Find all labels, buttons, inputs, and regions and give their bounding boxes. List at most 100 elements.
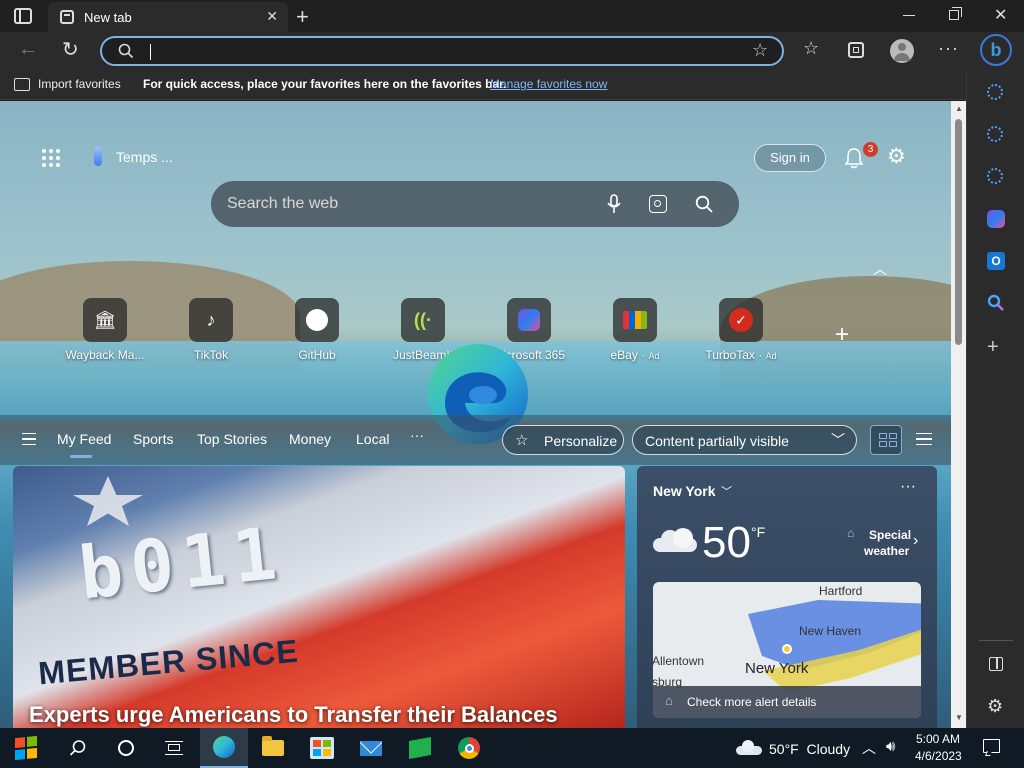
top-site-github[interactable]: GitHub [269,298,365,362]
bing-chat-icon[interactable]: b [980,34,1012,66]
sidebar-loading-icon-3[interactable] [987,168,1003,184]
content-visibility-value: Content partially visible [645,433,789,449]
windows-taskbar: 50°F Cloudy ︿ 🔊︎ 5:00 AM 4/6/2023 [0,728,1024,768]
microsoft365-icon[interactable] [987,210,1005,228]
tab-sports[interactable]: Sports [133,431,173,447]
taskbar-edge-icon[interactable] [200,728,248,768]
search-submit-icon[interactable] [695,195,713,213]
address-bar[interactable]: ☆ [100,36,784,66]
top-site-turbotax[interactable]: ✓ TurboTax · Ad [693,298,789,362]
top-site-wayback[interactable]: 🏛 Wayback Ma... [57,298,153,362]
hide-sidebar-icon[interactable] [989,657,1003,671]
list-view-icon[interactable] [916,433,932,445]
address-input[interactable] [142,42,722,62]
feed-menu-icon[interactable] [22,433,36,445]
app-launcher-icon[interactable] [42,149,62,169]
task-view-icon[interactable] [150,728,198,768]
weather-location[interactable]: New York [653,483,716,499]
visual-search-icon[interactable] [649,195,667,213]
map-label-hartford: Hartford [819,584,863,598]
special-weather-alert[interactable]: ⌂ Special weather › [837,524,927,564]
taskbar-weather[interactable]: 50°F Cloudy [736,728,854,768]
weather-pill[interactable]: Temps ... [116,149,173,165]
tab-actions-icon[interactable] [14,8,32,24]
mail-icon[interactable] [347,728,395,768]
show-hidden-icons-chevron[interactable]: ︿ [862,738,876,758]
sidebar-search-icon[interactable] [987,294,1005,312]
tab-top-stories[interactable]: Top Stories [197,431,267,447]
cloud-icon [653,528,697,552]
page-settings-gear-icon[interactable]: ⚙ [887,144,906,169]
more-tabs-button[interactable]: ··· [410,427,424,443]
weather-more-button[interactable]: ··· [900,478,916,496]
sidebar-settings-gear-icon[interactable]: ⚙ [987,696,1003,717]
new-tab-plus-icon[interactable]: + [296,4,309,30]
tab-my-feed[interactable]: My Feed [57,431,111,447]
refresh-icon[interactable]: ↻ [62,37,79,62]
top-site-tiktok[interactable]: ♪ TikTok [163,298,259,362]
collections-icon[interactable] [848,42,864,58]
microphone-icon[interactable] [607,194,621,214]
profile-avatar[interactable] [890,39,914,63]
check-alert-details-bar[interactable]: ⌂ Check more alert details [653,686,921,718]
tab-close-icon[interactable]: ✕ [266,8,278,25]
collapse-chevron-icon[interactable]: ︿ [873,259,887,279]
close-window-icon[interactable]: ✕ [994,5,1007,25]
minimize-icon[interactable] [903,15,915,16]
scrollbar-thumb[interactable] [955,119,962,345]
notifications-bell-icon[interactable] [844,147,864,169]
tab-local[interactable]: Local [356,431,389,447]
notification-center-icon[interactable] [983,739,1000,756]
scroll-up-arrow[interactable]: ▲ [955,104,963,113]
page-scrollbar[interactable]: ▲ ▼ [951,101,966,728]
tab-new-tab[interactable]: New tab ✕ [48,2,288,32]
add-site-plus-icon[interactable]: + [835,321,849,349]
tiktok-icon: ♪ [189,298,233,342]
windows-start-icon[interactable] [2,728,50,768]
sidebar: O + ⚙ [966,70,1024,728]
chevron-down-icon: ﹀ [831,432,845,448]
cortana-circle-icon[interactable] [102,728,150,768]
top-site-ebay[interactable]: eBay · Ad [587,298,683,362]
microsoft-store-icon[interactable] [298,728,346,768]
weather-unit: °F [751,524,766,540]
tab-money[interactable]: Money [289,431,331,447]
hero-story-card[interactable]: b011 MEMBER SINCE Experts urge Americans… [13,466,625,728]
sidebar-add-icon[interactable]: + [987,336,999,359]
sign-in-button[interactable]: Sign in [754,144,826,172]
weather-alert-map[interactable]: Hartford New Haven Allentown New York sb… [653,582,921,718]
restore-icon[interactable] [949,7,962,20]
web-search-box[interactable]: Search the web [211,181,739,227]
sidebar-loading-icon-1[interactable] [987,84,1003,100]
ad-badge: Ad [648,351,660,361]
search-icon [118,43,134,59]
scroll-down-arrow[interactable]: ▼ [955,713,963,722]
alert-details-house-icon: ⌂ [665,693,673,708]
settings-more-icon[interactable]: ··· [938,38,959,59]
favorites-icon[interactable]: ☆ [803,38,819,59]
favorites-bar-message: For quick access, place your favorites h… [143,77,507,91]
add-favorite-star-icon[interactable]: ☆ [752,40,768,61]
outlook-icon[interactable]: O [987,252,1005,270]
personalize-button[interactable]: ☆ Personalize [502,425,624,455]
chrome-icon[interactable] [445,728,493,768]
volume-icon[interactable]: 🔊︎ [886,738,895,755]
sidebar-loading-icon-2[interactable] [987,126,1003,142]
taskbar-weather-text: 50°F Cloudy [769,741,851,757]
alert-house-icon: ⌂ [847,526,855,540]
clock-time[interactable]: 5:00 AM [916,732,960,746]
spreadsheet-app-icon[interactable] [396,728,444,768]
text-caret [150,44,151,60]
content-visibility-dropdown[interactable]: Content partially visible ﹀ [632,425,857,455]
taskbar-search-icon[interactable] [54,728,102,768]
import-favorites-link[interactable]: Import favorites [38,77,121,91]
toolbar: ← ↻ ☆ ☆ ··· b [0,32,1024,70]
location-chevron-icon[interactable]: ﹀ [721,483,732,499]
back-arrow-icon[interactable]: ← [18,38,38,61]
clock-date[interactable]: 4/6/2023 [915,749,962,763]
manage-favorites-link[interactable]: Manage favorites now [490,77,607,91]
file-explorer-icon[interactable] [249,728,297,768]
grid-view-icon[interactable] [870,425,902,455]
hero-headline[interactable]: Experts urge Americans to Transfer their… [29,702,558,728]
sign-in-label: Sign in [770,150,810,165]
